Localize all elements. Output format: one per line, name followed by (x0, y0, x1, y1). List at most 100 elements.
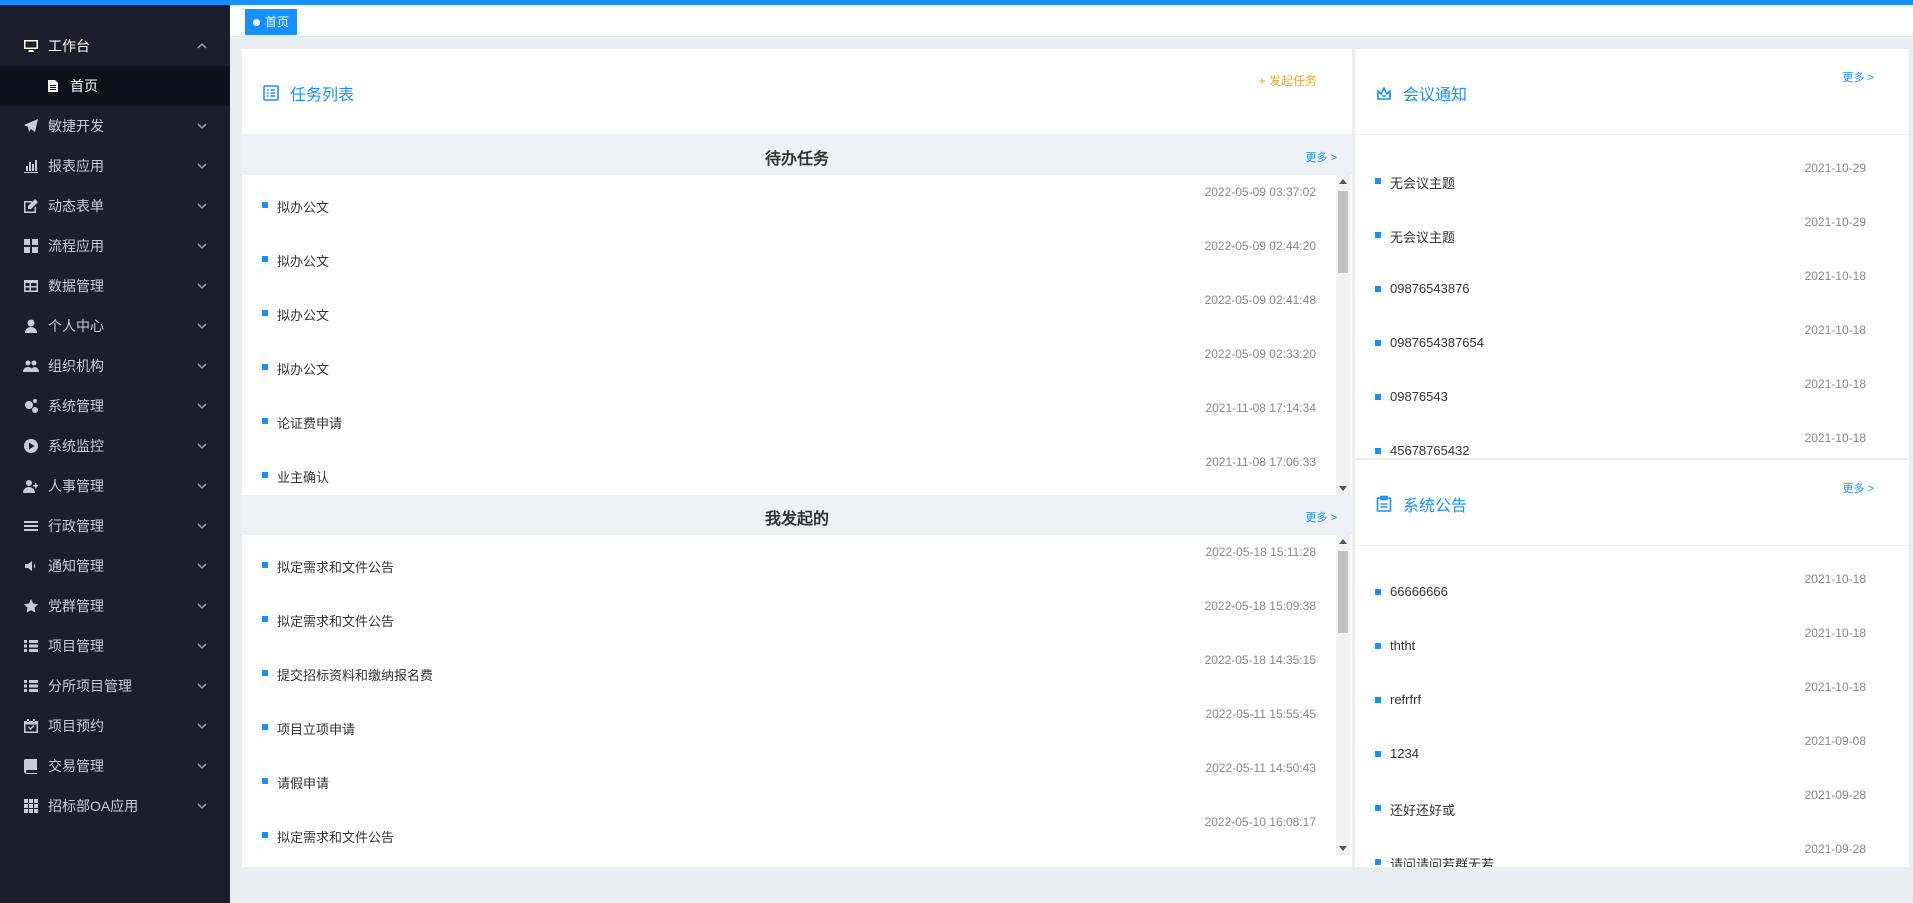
list-item[interactable]: ththt 2021-10-18 (1355, 616, 1909, 670)
meeting-header: 会议通知 更多 > (1355, 49, 1909, 135)
bullet-icon (262, 472, 268, 478)
sidebar-item-data-management[interactable]: 数据管理 (0, 266, 230, 306)
chevron-down-icon (196, 359, 208, 371)
list-item[interactable]: 拟定需求和文件公告 2022-05-18 15:09:38 (242, 589, 1336, 643)
scroll-down-icon[interactable] (1339, 846, 1347, 851)
mine-list: 拟定需求和文件公告 2022-05-18 15:11:28 拟定需求和文件公告 20… (242, 535, 1336, 855)
item-date: 2021-09-28 (1804, 842, 1866, 856)
scroll-thumb[interactable] (1338, 191, 1348, 273)
meeting-list: 无会议主题 2021-10-29 无会议主题 2021-10-29 09876543… (1355, 151, 1909, 457)
todo-more-link[interactable]: 更多 > (1306, 149, 1337, 165)
scroll-thumb[interactable] (1338, 551, 1348, 633)
bullet-icon (1375, 751, 1381, 757)
todo-scrollbar[interactable] (1336, 175, 1350, 495)
list-item[interactable]: 无会议主题 2021-10-29 (1355, 205, 1909, 259)
sidebar-item-label: 行政管理 (48, 518, 104, 534)
list-item[interactable]: 请问请问若群无若 2021-09-28 (1355, 832, 1909, 867)
todo-list: 拟办公文 2022-05-09 03:37:02 拟办公文 2022-05-09 0… (242, 175, 1336, 495)
list-item[interactable]: 45678765432 2021-10-18 (1355, 421, 1909, 457)
item-label: 还好还好或 (1390, 803, 1456, 818)
item-date: 2022-05-18 15:11:28 (1205, 545, 1316, 559)
sidebar-item-organization[interactable]: 组织机构 (0, 346, 230, 386)
list-item[interactable]: 拟办公文 2022-05-09 02:33:20 (242, 337, 1336, 391)
sidebar-item-label: 数据管理 (48, 278, 104, 294)
chevron-down-icon (196, 599, 208, 611)
monitor-icon (22, 37, 40, 55)
bullet-icon (262, 616, 268, 622)
list-item[interactable]: 拟办公文 2022-05-09 02:44:20 (242, 229, 1336, 283)
item-date: 2022-05-10 16:08:17 (1204, 815, 1316, 829)
item-label: 45678765432 (1390, 443, 1470, 457)
sidebar-subitem-home[interactable]: 首页 (0, 66, 230, 106)
launch-task-button[interactable]: + 发起任务 (1259, 72, 1317, 89)
system-notice-more-link[interactable]: 更多 > (1843, 480, 1874, 496)
mine-scrollbar[interactable] (1336, 535, 1350, 855)
bullet-icon (262, 418, 268, 424)
sidebar-item-label: 动态表单 (48, 198, 104, 214)
sidebar-item-workbench[interactable]: 工作台 (0, 26, 230, 66)
sidebar-item-system-management[interactable]: 系统管理 (0, 386, 230, 426)
list-item[interactable]: 项目立项申请 2022-05-11 15:55:45 (242, 697, 1336, 751)
meeting-more-link[interactable]: 更多 > (1843, 69, 1874, 85)
chevron-down-icon (196, 719, 208, 731)
tab-home[interactable]: 首页 (245, 9, 298, 35)
list-item[interactable]: 1234 2021-09-08 (1355, 724, 1909, 778)
scroll-down-icon[interactable] (1339, 486, 1347, 491)
list-item[interactable]: 业主确认 2021-11-08 17:06:33 (242, 445, 1336, 495)
list-item[interactable]: 66666666 2021-10-18 (1355, 562, 1909, 616)
table-icon (22, 277, 40, 295)
list-item[interactable]: 0987654387654 2021-10-18 (1355, 313, 1909, 367)
item-label: 1234 (1390, 746, 1419, 761)
mine-more-link[interactable]: 更多 > (1306, 509, 1337, 525)
sidebar-item-projects[interactable]: 项目管理 (0, 626, 230, 666)
sidebar-item-dynamic-form[interactable]: 动态表单 (0, 186, 230, 226)
list-item[interactable]: 09876543876 2021-10-18 (1355, 259, 1909, 313)
item-label: 09876543876 (1390, 281, 1470, 296)
sidebar-item-workflow[interactable]: 流程应用 (0, 226, 230, 266)
item-label: 项目立项申请 (277, 722, 356, 737)
item-date: 2021-09-08 (1804, 734, 1866, 748)
bullet-icon (262, 832, 268, 838)
sidebar-item-label: 报表应用 (48, 158, 104, 174)
sidebar-item-system-monitor[interactable]: 系统监控 (0, 426, 230, 466)
list-item[interactable]: 拟办公文 2022-05-09 03:37:02 (242, 175, 1336, 229)
system-notice-header: 系统公告 更多 > (1355, 460, 1909, 546)
tab-bar: 首页 (230, 5, 1913, 37)
chevron-down-icon (196, 119, 208, 131)
list-item[interactable]: 拟定需求和文件公告 2022-05-18 15:11:28 (242, 535, 1336, 589)
list-item[interactable]: refrfrf 2021-10-18 (1355, 670, 1909, 724)
list-item[interactable]: 拟办公文 2022-05-09 02:41:48 (242, 283, 1336, 337)
item-date: 2022-05-18 15:09:38 (1204, 599, 1316, 613)
list-item[interactable]: 拟定需求和文件公告 2022-05-10 16:08:17 (242, 805, 1336, 855)
scroll-up-icon[interactable] (1339, 179, 1347, 184)
sidebar-item-party[interactable]: 党群管理 (0, 586, 230, 626)
list-item[interactable]: 还好还好或 2021-09-28 (1355, 778, 1909, 832)
sidebar-item-label: 交易管理 (48, 758, 104, 774)
user-icon (22, 317, 40, 335)
sidebar-item-trading[interactable]: 交易管理 (0, 746, 230, 786)
bullet-icon (262, 364, 268, 370)
list-item[interactable]: 无会议主题 2021-10-29 (1355, 151, 1909, 205)
sidebar-item-agile-dev[interactable]: 敏捷开发 (0, 106, 230, 146)
scroll-up-icon[interactable] (1339, 539, 1347, 544)
list-item[interactable]: 提交招标资料和缴纳报名费 2022-05-18 14:35:15 (242, 643, 1336, 697)
users-icon (22, 357, 40, 375)
sidebar-item-label: 流程应用 (48, 238, 104, 254)
sidebar-item-bidding-oa[interactable]: 招标部OA应用 (0, 786, 230, 826)
chevron-down-icon (196, 559, 208, 571)
sidebar-item-branch-projects[interactable]: 分所项目管理 (0, 666, 230, 706)
list-item[interactable]: 09876543 2021-10-18 (1355, 367, 1909, 421)
play-circle-icon (22, 437, 40, 455)
sidebar-item-hr[interactable]: 人事管理 (0, 466, 230, 506)
sidebar-item-personal-center[interactable]: 个人中心 (0, 306, 230, 346)
sidebar-item-admin[interactable]: 行政管理 (0, 506, 230, 546)
sidebar-item-reports[interactable]: 报表应用 (0, 146, 230, 186)
list-item[interactable]: 请假申请 2022-05-11 14:50:43 (242, 751, 1336, 805)
sidebar-item-project-booking[interactable]: 项目预约 (0, 706, 230, 746)
sidebar-subitem-label: 首页 (70, 78, 98, 94)
sidebar-item-label: 系统监控 (48, 438, 104, 454)
chevron-down-icon (196, 799, 208, 811)
list-item[interactable]: 论证费申请 2021-11-08 17:14:34 (242, 391, 1336, 445)
sidebar-item-notifications[interactable]: 通知管理 (0, 546, 230, 586)
chevron-down-icon (196, 519, 208, 531)
